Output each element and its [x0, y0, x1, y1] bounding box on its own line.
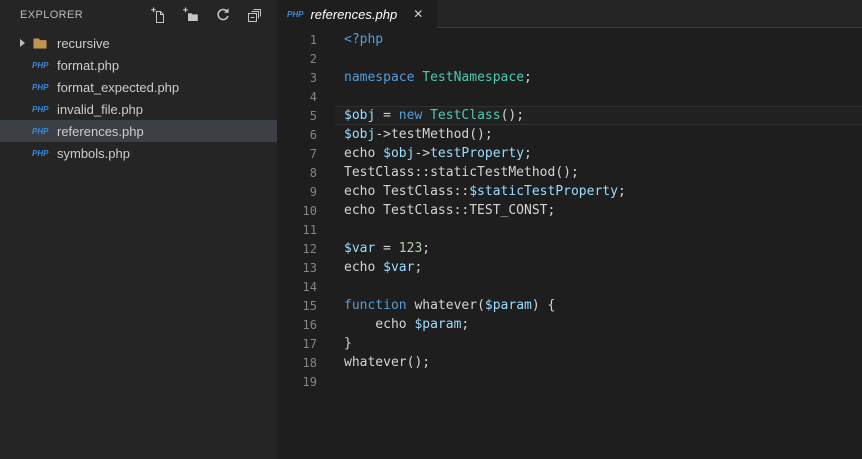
tree-item-label: recursive	[57, 35, 110, 51]
new-folder-icon	[183, 7, 199, 23]
explorer-actions	[151, 7, 263, 23]
php-file-icon: PHP	[32, 148, 49, 158]
line-content: whatever();	[344, 355, 431, 370]
line-number: 18	[302, 355, 317, 370]
line-number: 19	[302, 374, 317, 389]
tree-item-invalid-file-php[interactable]: PHP invalid_file.php	[0, 98, 277, 120]
new-file-button[interactable]	[151, 7, 167, 23]
code-line-6[interactable]: 6 $obj->testMethod();	[277, 125, 862, 144]
line-number: 12	[302, 241, 317, 256]
line-content: echo $var;	[344, 260, 423, 275]
line-number: 1	[309, 32, 317, 47]
line-number: 16	[302, 317, 317, 332]
code-line-10[interactable]: 10 echo TestClass::TEST_CONST;	[277, 201, 862, 220]
php-file-icon: PHP	[287, 9, 304, 19]
line-number: 6	[309, 127, 317, 142]
tree-item-label: format.php	[57, 57, 120, 73]
php-file-icon: PHP	[32, 104, 49, 114]
editor-pane: PHP references.php ✕ 1 <?php 2 3 namespace T…	[277, 0, 862, 459]
tab-references-php[interactable]: PHP references.php ✕	[277, 0, 438, 28]
code-line-18[interactable]: 18 whatever();	[277, 353, 862, 372]
explorer-header: EXPLORER	[0, 0, 277, 30]
tab-bar-empty-area	[437, 0, 862, 28]
code-editor[interactable]: 1 <?php 2 3 namespace TestNamespace; 4 5 $obj =…	[277, 28, 862, 459]
tree-item-label: invalid_file.php	[57, 101, 144, 117]
refresh-icon	[215, 7, 231, 23]
line-number: 13	[302, 260, 317, 275]
code-line-19[interactable]: 19	[277, 372, 862, 391]
line-number: 2	[309, 51, 317, 66]
folder-icon	[32, 35, 52, 51]
code-line-3[interactable]: 3 namespace TestNamespace;	[277, 68, 862, 87]
line-content: TestClass::staticTestMethod();	[344, 165, 579, 180]
tree-item-format-php[interactable]: PHP format.php	[0, 54, 277, 76]
line-content: echo $obj->testProperty;	[344, 146, 532, 161]
tree-item-label: format_expected.php	[57, 79, 180, 95]
code-editor-window: EXPLORER recursive PHP format.php PHP fo…	[0, 0, 862, 459]
refresh-button[interactable]	[215, 7, 231, 23]
code-line-11[interactable]: 11	[277, 220, 862, 239]
line-content: $var = 123;	[344, 241, 431, 256]
code-line-2[interactable]: 2	[277, 49, 862, 68]
php-file-icon: PHP	[32, 60, 49, 70]
php-file-icon: PHP	[32, 82, 49, 92]
line-content: echo TestClass::TEST_CONST;	[344, 203, 556, 218]
line-number: 14	[302, 279, 317, 294]
new-folder-button[interactable]	[183, 7, 199, 23]
tree-item-label: references.php	[57, 123, 144, 139]
code-line-8[interactable]: 8 TestClass::staticTestMethod();	[277, 163, 862, 182]
line-number: 17	[302, 336, 317, 351]
code-line-14[interactable]: 14	[277, 277, 862, 296]
line-content: $obj->testMethod();	[344, 127, 493, 142]
line-content: $obj = new TestClass();	[344, 108, 525, 123]
code-line-7[interactable]: 7 echo $obj->testProperty;	[277, 144, 862, 163]
php-file-icon: PHP	[32, 126, 49, 136]
tab-bar: PHP references.php ✕	[277, 0, 862, 28]
code-line-17[interactable]: 17}	[277, 334, 862, 353]
collapse-all-icon	[247, 7, 263, 23]
line-number: 10	[302, 203, 317, 218]
tree-item-symbols-php[interactable]: PHP symbols.php	[0, 142, 277, 164]
code-line-5[interactable]: 5 $obj = new TestClass();	[277, 106, 862, 125]
explorer-title: EXPLORER	[20, 9, 84, 21]
line-number: 3	[309, 70, 317, 85]
line-content: }	[344, 336, 352, 351]
file-tree: recursive PHP format.php PHP format_expected…	[0, 32, 277, 164]
line-number: 9	[309, 184, 317, 199]
tree-item-format-expected-php[interactable]: PHP format_expected.php	[0, 76, 277, 98]
line-content: echo TestClass::$staticTestProperty;	[344, 184, 626, 199]
code-line-15[interactable]: 15 function whatever($param) {	[277, 296, 862, 315]
chevron-right-icon	[20, 39, 32, 47]
line-number: 15	[302, 298, 317, 313]
line-number: 7	[309, 146, 317, 161]
line-content: namespace TestNamespace;	[344, 70, 532, 85]
line-number: 5	[309, 108, 317, 123]
code-line-16[interactable]: 16 echo $param;	[277, 315, 862, 334]
tree-item-recursive[interactable]: recursive	[0, 32, 277, 54]
code-line-12[interactable]: 12 $var = 123;	[277, 239, 862, 258]
collapse-all-button[interactable]	[247, 7, 263, 23]
code-line-13[interactable]: 13 echo $var;	[277, 258, 862, 277]
new-file-icon	[151, 7, 167, 23]
line-content: function whatever($param) {	[344, 298, 556, 313]
tab-close-icon[interactable]: ✕	[411, 7, 425, 21]
line-number: 11	[302, 222, 317, 237]
tab-label: references.php	[310, 6, 398, 22]
code-line-9[interactable]: 9 echo TestClass::$staticTestProperty;	[277, 182, 862, 201]
tree-item-label: symbols.php	[57, 145, 130, 161]
line-number: 4	[309, 89, 317, 104]
code-line-4[interactable]: 4	[277, 87, 862, 106]
line-content: <?php	[344, 32, 384, 47]
line-content: echo $param;	[344, 317, 470, 332]
explorer-sidebar: EXPLORER recursive PHP format.php PHP fo…	[0, 0, 277, 459]
tree-item-references-php[interactable]: PHP references.php	[0, 120, 277, 142]
code-line-1[interactable]: 1 <?php	[277, 30, 862, 49]
line-number: 8	[309, 165, 317, 180]
